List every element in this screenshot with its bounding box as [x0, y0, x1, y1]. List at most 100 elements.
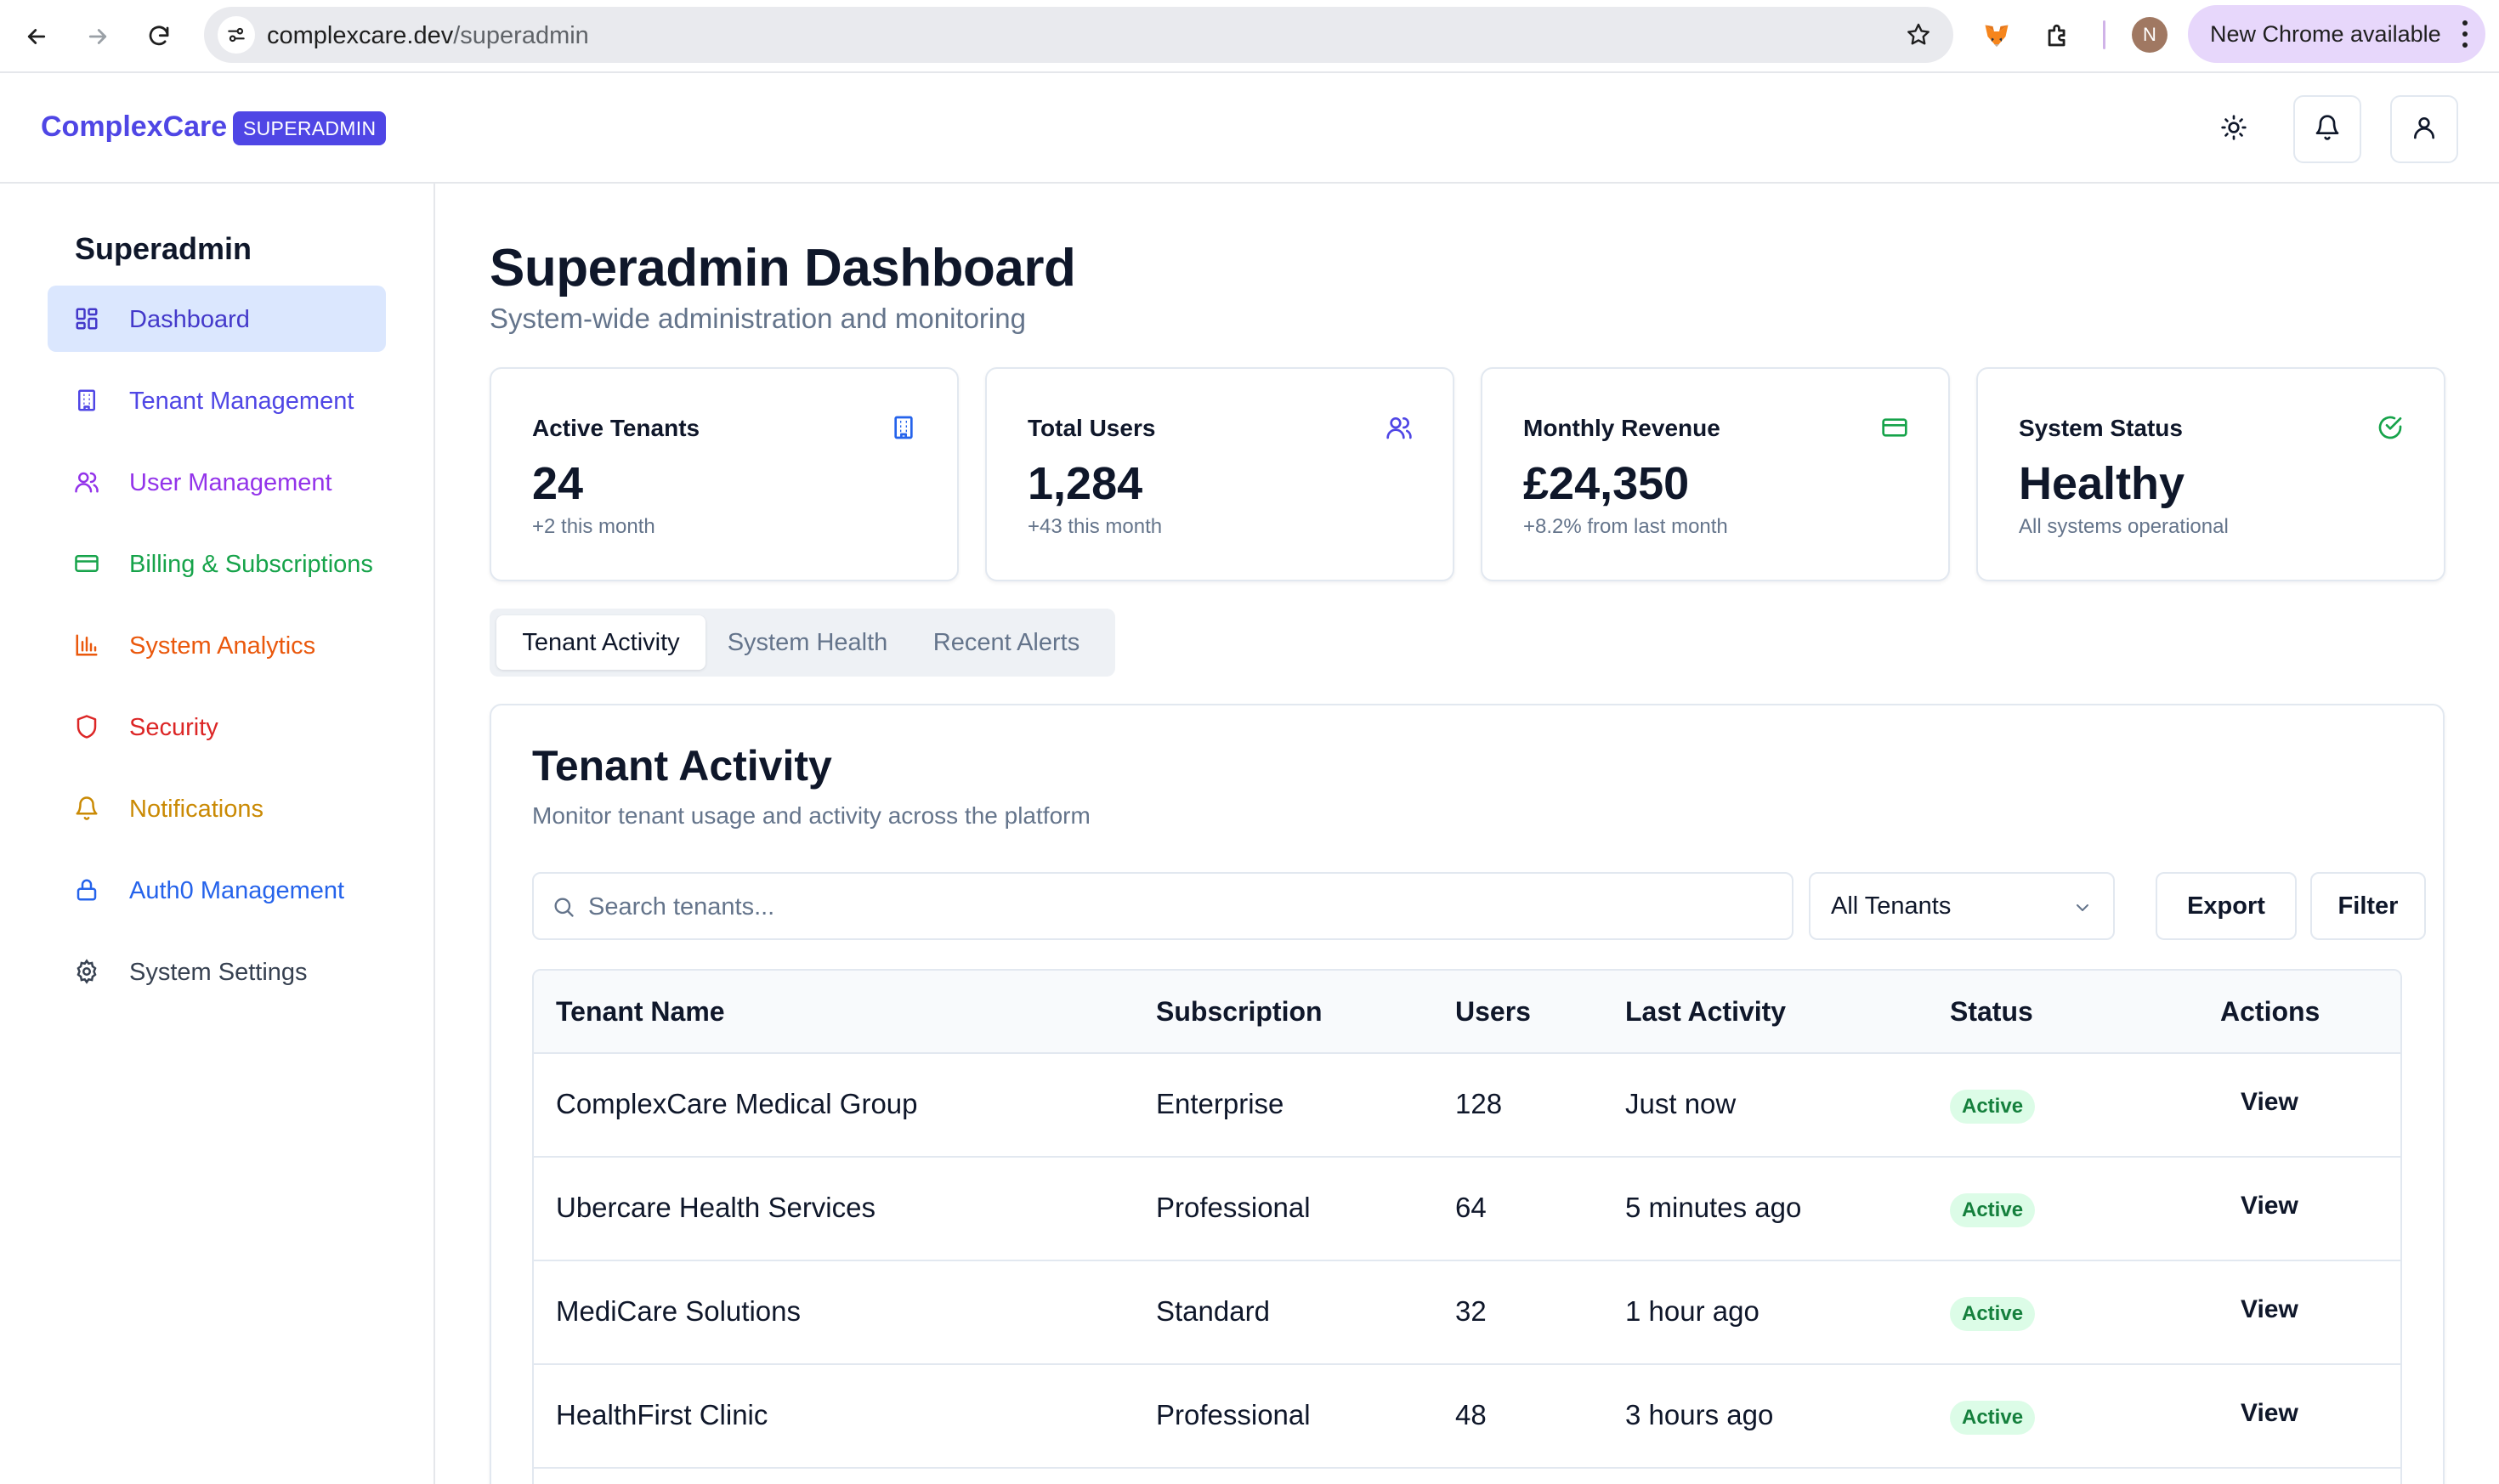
panel-title: Tenant Activity [532, 742, 832, 790]
panel-subtitle: Monitor tenant usage and activity across… [532, 802, 1091, 829]
view-button[interactable]: View [2241, 1088, 2298, 1117]
cell-users: 48 [1455, 1399, 1487, 1430]
search-input[interactable] [588, 889, 1761, 925]
sidebar-item-system-settings[interactable]: System Settings [48, 938, 386, 1005]
cell-last-activity: 5 minutes ago [1625, 1192, 1802, 1223]
cell-tenant-name: MediCare Solutions [556, 1295, 801, 1327]
stat-card-monthly-revenue: Monthly Revenue £24,350 +8.2% from last … [1481, 367, 1950, 581]
tenant-table: Tenant Name Subscription Users Last Acti… [532, 969, 2402, 1484]
tenant-filter-select[interactable]: All Tenants [1809, 872, 2115, 940]
site-info-icon[interactable] [218, 16, 255, 54]
export-button[interactable]: Export [2156, 872, 2297, 940]
column-header-actions: Actions [2220, 996, 2320, 1027]
cell-tenant-name: HealthFirst Clinic [556, 1399, 768, 1430]
profile-avatar[interactable]: N [2132, 17, 2168, 53]
filter-button[interactable]: Filter [2310, 872, 2426, 940]
view-button[interactable]: View [2241, 1192, 2298, 1221]
sidebar-item-label: Dashboard [129, 306, 250, 333]
lock-icon [73, 876, 100, 903]
sidebar-title: Superadmin [75, 231, 252, 266]
browser-toolbar: complexcare.dev/superadmin N New Chrome … [0, 0, 2499, 73]
stat-value: £24,350 [1523, 458, 1690, 509]
extensions-puzzle-icon[interactable] [2038, 17, 2077, 56]
view-button[interactable]: View [2241, 1295, 2298, 1324]
url-host: complexcare.dev [267, 22, 454, 49]
theme-toggle-button[interactable] [2200, 95, 2268, 163]
table-row: ComplexCare Medical Group Enterprise 128… [534, 1054, 2400, 1158]
cell-subscription: Professional [1156, 1399, 1311, 1430]
users-icon [1385, 413, 1414, 442]
cell-subscription: Professional [1156, 1192, 1311, 1223]
stat-label: System Status [2019, 415, 2183, 441]
stat-card-system-status: System Status Healthy All systems operat… [1976, 367, 2445, 581]
notifications-button[interactable] [2293, 95, 2361, 163]
tenant-activity-panel: Tenant Activity Monitor tenant usage and… [490, 704, 2445, 1484]
stat-label: Monthly Revenue [1523, 415, 1720, 441]
stat-value: 24 [532, 458, 584, 509]
user-menu-button[interactable] [2390, 95, 2458, 163]
tab-system-health[interactable]: System Health [711, 615, 904, 670]
reload-icon[interactable] [136, 14, 182, 59]
column-header-status: Status [1950, 996, 2033, 1027]
column-header-subscription: Subscription [1156, 996, 1323, 1027]
sidebar-item-dashboard[interactable]: Dashboard [48, 286, 386, 352]
column-header-tenant-name: Tenant Name [556, 996, 725, 1027]
status-badge: Active [1950, 1401, 2036, 1435]
column-header-users: Users [1455, 996, 1531, 1027]
select-value: All Tenants [1831, 892, 1952, 920]
sidebar-item-tenant-management[interactable]: Tenant Management [48, 367, 386, 433]
page-title: Superadmin Dashboard [490, 239, 1076, 297]
search-box [532, 872, 1794, 940]
new-chrome-button[interactable]: New Chrome available [2188, 5, 2485, 63]
building-icon [889, 413, 918, 442]
tab-tenant-activity[interactable]: Tenant Activity [496, 615, 706, 670]
search-icon [549, 892, 578, 921]
metamask-fox-icon[interactable] [1977, 17, 2016, 56]
address-bar[interactable]: complexcare.dev/superadmin [204, 7, 1953, 63]
toolbar-separator [2103, 20, 2105, 49]
status-badge: Active [1950, 1297, 2036, 1331]
table-row: Ubercare Health Services Professional 64… [534, 1158, 2400, 1261]
sidebar-item-security[interactable]: Security [48, 694, 386, 760]
bookmark-star-icon[interactable] [1902, 19, 1935, 51]
stat-label: Total Users [1028, 415, 1156, 441]
app-header: ComplexCare SUPERADMIN [0, 75, 2499, 184]
cell-last-activity: Just now [1625, 1088, 1737, 1119]
back-arrow-icon[interactable] [14, 14, 60, 59]
building-icon [73, 387, 100, 414]
status-badge: Active [1950, 1090, 2036, 1124]
page-subtitle: System-wide administration and monitorin… [490, 303, 1026, 334]
tab-recent-alerts[interactable]: Recent Alerts [910, 615, 1103, 670]
url-text[interactable]: complexcare.dev/superadmin [267, 22, 589, 50]
bell-icon [2314, 114, 2341, 145]
bar-chart-icon [73, 632, 100, 659]
sun-icon [2220, 114, 2247, 145]
stat-label: Active Tenants [532, 415, 700, 441]
cell-users: 64 [1455, 1192, 1487, 1223]
cell-last-activity: 1 hour ago [1625, 1295, 1760, 1327]
sidebar-item-user-management[interactable]: User Management [48, 449, 386, 515]
sidebar-item-notifications[interactable]: Notifications [48, 775, 386, 841]
sidebar-item-label: Tenant Management [129, 388, 354, 415]
forward-arrow-icon[interactable] [75, 14, 121, 59]
chevron-down-icon [2071, 896, 2094, 920]
cell-subscription: Enterprise [1156, 1088, 1284, 1119]
chrome-menu-icon[interactable] [2462, 20, 2468, 48]
stat-value: Healthy [2019, 458, 2185, 509]
url-path: /superadmin [453, 22, 589, 49]
bell-icon [73, 795, 100, 822]
stat-value: 1,284 [1028, 458, 1143, 509]
stat-note: +43 this month [1028, 515, 1163, 538]
stat-note: +2 this month [532, 515, 655, 538]
users-icon [73, 468, 100, 496]
sidebar-item-label: Auth0 Management [129, 877, 345, 904]
sidebar-item-system-analytics[interactable]: System Analytics [48, 612, 386, 678]
stat-card-total-users: Total Users 1,284 +43 this month [985, 367, 1454, 581]
stat-note: All systems operational [2019, 515, 2229, 538]
dashboard-grid-icon [73, 305, 100, 332]
brand-logo[interactable]: ComplexCare [41, 110, 227, 144]
view-button[interactable]: View [2241, 1399, 2298, 1428]
sidebar-item-auth0-management[interactable]: Auth0 Management [48, 857, 386, 923]
sidebar-item-billing[interactable]: Billing & Subscriptions [48, 530, 386, 597]
stat-card-active-tenants: Active Tenants 24 +2 this month [490, 367, 959, 581]
